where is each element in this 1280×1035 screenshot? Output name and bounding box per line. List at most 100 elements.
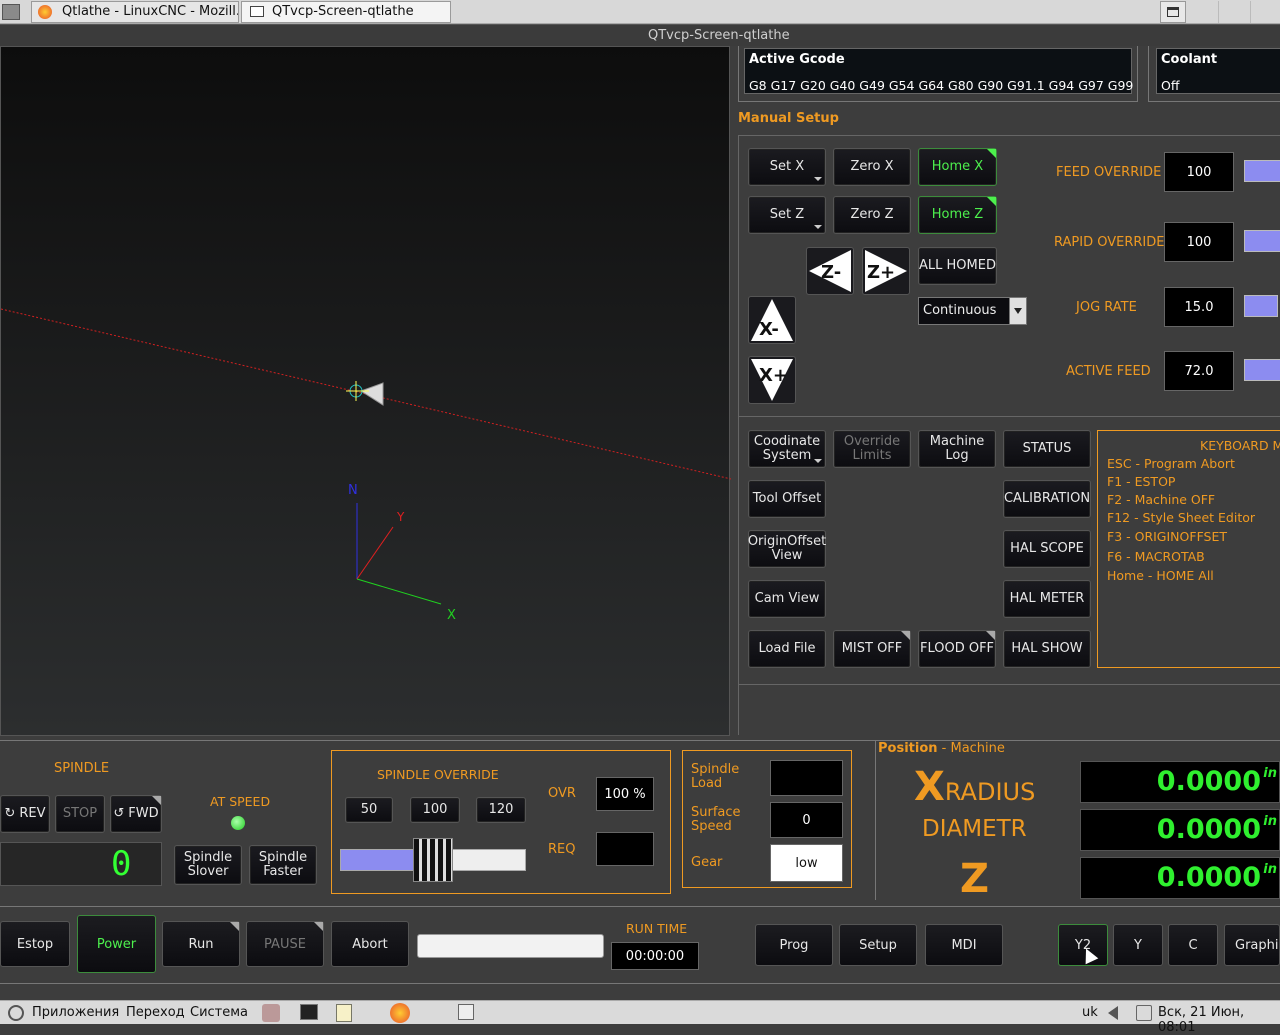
firefox-icon [38,5,52,19]
system-menu[interactable]: Система [190,1005,248,1020]
spindle-slower-button[interactable]: Spindle Slover [174,845,242,885]
text-editor-icon[interactable] [336,1004,352,1022]
home-z-button[interactable]: Home Z [918,196,997,234]
origin-offset-button[interactable]: OriginOffset View [748,530,826,568]
kb-item: F12 - Style Sheet Editor [1107,510,1256,525]
diameter-label: DIAMETR [922,816,1027,842]
zero-x-button[interactable]: Zero X [833,148,911,186]
spindle-fwd-button[interactable]: ↺ FWD [110,795,162,833]
set-x-button[interactable]: Set X [748,148,826,186]
set-z-button[interactable]: Set Z [748,196,826,234]
override-120-button[interactable]: 120 [476,797,526,823]
coordinate-system-button[interactable]: Coodinate System [748,430,826,468]
axis-origin-icon: N Y X [348,483,456,623]
load-file-button[interactable]: Load File [748,630,826,668]
kb-item: F6 - MACROTAB [1107,549,1205,564]
spindle-override-title: SPINDLE OVERRIDE [377,767,499,782]
spindle-override-slider[interactable] [340,838,526,882]
rotate-ccw-icon: ↻ [4,806,16,821]
window-menu-icon[interactable] [2,4,20,20]
jog-mode-select[interactable]: Continuous [918,297,1027,325]
active-feed-slider[interactable] [1244,359,1280,381]
show-desktop-icon[interactable] [458,1004,474,1020]
c-tab-button[interactable]: C [1168,924,1218,966]
feed-override-slider[interactable] [1244,160,1280,182]
keyboard-layout[interactable]: uk [1082,1005,1098,1020]
run-label: Run [188,936,214,952]
program-progress-bar [417,934,604,958]
prog-tab-button[interactable]: Prog [755,924,833,966]
hal-scope-button[interactable]: HAL SCOPE [1003,530,1091,568]
tab-bar-spacer [1218,1,1248,23]
power-button[interactable]: Power [77,915,156,973]
override-50-button[interactable]: 50 [345,797,393,823]
origin-offset-label: OriginOffset View [747,534,827,563]
cam-view-label: Cam View [754,591,820,606]
dro-x-text: 0.0000 [1156,766,1261,797]
flood-button[interactable]: FLOOD OFF [918,630,996,668]
jog-z-plus-button[interactable]: Z+ [862,247,910,295]
pause-button[interactable]: PAUSE [246,921,324,967]
ovr-label: OVR [548,786,576,801]
override-limits-button[interactable]: Override Limits [833,430,911,468]
home-x-button[interactable]: Home X [918,148,997,186]
hal-scope-label: HAL SCOPE [1010,541,1084,556]
network-icon[interactable] [1136,1005,1152,1021]
position-mode: - Machine [941,741,1005,756]
spindle-faster-button[interactable]: Spindle Faster [249,845,317,885]
calibration-label: CALIBRATION [1003,491,1091,506]
mist-button[interactable]: MIST OFF [833,630,911,668]
tab-label: QTvcp-Screen-qtlathe [272,4,414,19]
jog-z-minus-button[interactable]: Z- [806,247,854,295]
pause-corner [314,922,323,931]
gcode-graphics-view[interactable]: N Y X [0,46,732,736]
graphics-tab-button[interactable]: Graphic [1224,924,1280,966]
tool-offset-button[interactable]: Tool Offset [748,480,826,518]
jog-x-minus-button[interactable]: X- [748,296,796,344]
graphics-label: Graphic [1235,937,1279,953]
y-label: Y [1134,937,1142,953]
zero-z-button[interactable]: Zero Z [833,196,911,234]
rapid-override-slider[interactable] [1244,230,1280,252]
jog-x-plus-button[interactable]: X+ [748,356,796,404]
terminal-icon[interactable] [300,1004,318,1020]
volume-icon[interactable] [1108,1006,1118,1020]
hal-meter-button[interactable]: HAL METER [1003,580,1091,618]
jog-rate-slider[interactable] [1244,295,1278,317]
surface-speed-label: Surface Speed [691,805,741,834]
dro-unit: in [1263,814,1277,829]
tab-qtvcp[interactable]: QTvcp-Screen-qtlathe [241,1,451,23]
all-homed-button[interactable]: ALL HOMED [918,247,997,285]
estop-button[interactable]: Estop [0,921,70,967]
setup-tab-button[interactable]: Setup [839,924,917,966]
position-title-text: Position [878,741,938,756]
machine-log-button[interactable]: Machine Log [918,430,996,468]
run-button[interactable]: Run [162,921,240,967]
slider-handle[interactable] [413,838,453,882]
apps-menu[interactable]: Приложения [32,1005,119,1020]
apps-menu-icon[interactable] [8,1005,24,1021]
go-menu[interactable]: Переход [126,1005,185,1020]
jog-x-minus-icon: X- [751,299,793,341]
spindle-rev-button[interactable]: ↻ REV [0,795,50,833]
chevron-down-icon[interactable] [1009,298,1026,324]
keyboard-map-title: KEYBOARD M [1200,438,1280,453]
calibration-button[interactable]: CALIBRATION [1003,480,1091,518]
spindle-title: SPINDLE [54,761,110,776]
spindle-stop-button[interactable]: STOP [55,795,105,833]
radius-text: RADIUS [944,778,1036,806]
status-button[interactable]: STATUS [1003,430,1091,468]
x-radius-label: XRADIUS [914,764,1035,810]
hal-show-button[interactable]: HAL SHOW [1003,630,1091,668]
y-tab-button[interactable]: Y [1113,924,1163,966]
launcher-icon[interactable] [262,1004,280,1022]
manual-setup-divider [738,416,1280,417]
kb-item: F1 - ESTOP [1107,474,1176,489]
cam-view-button[interactable]: Cam View [748,580,826,618]
maximize-icon[interactable] [1160,1,1186,23]
firefox-icon[interactable] [390,1003,410,1023]
mdi-tab-button[interactable]: MDI [925,924,1003,966]
abort-button[interactable]: Abort [331,921,409,967]
tab-linuxcnc[interactable]: Qtlathe - LinuxCNC - Mozill... [31,1,239,23]
override-100-button[interactable]: 100 [410,797,460,823]
